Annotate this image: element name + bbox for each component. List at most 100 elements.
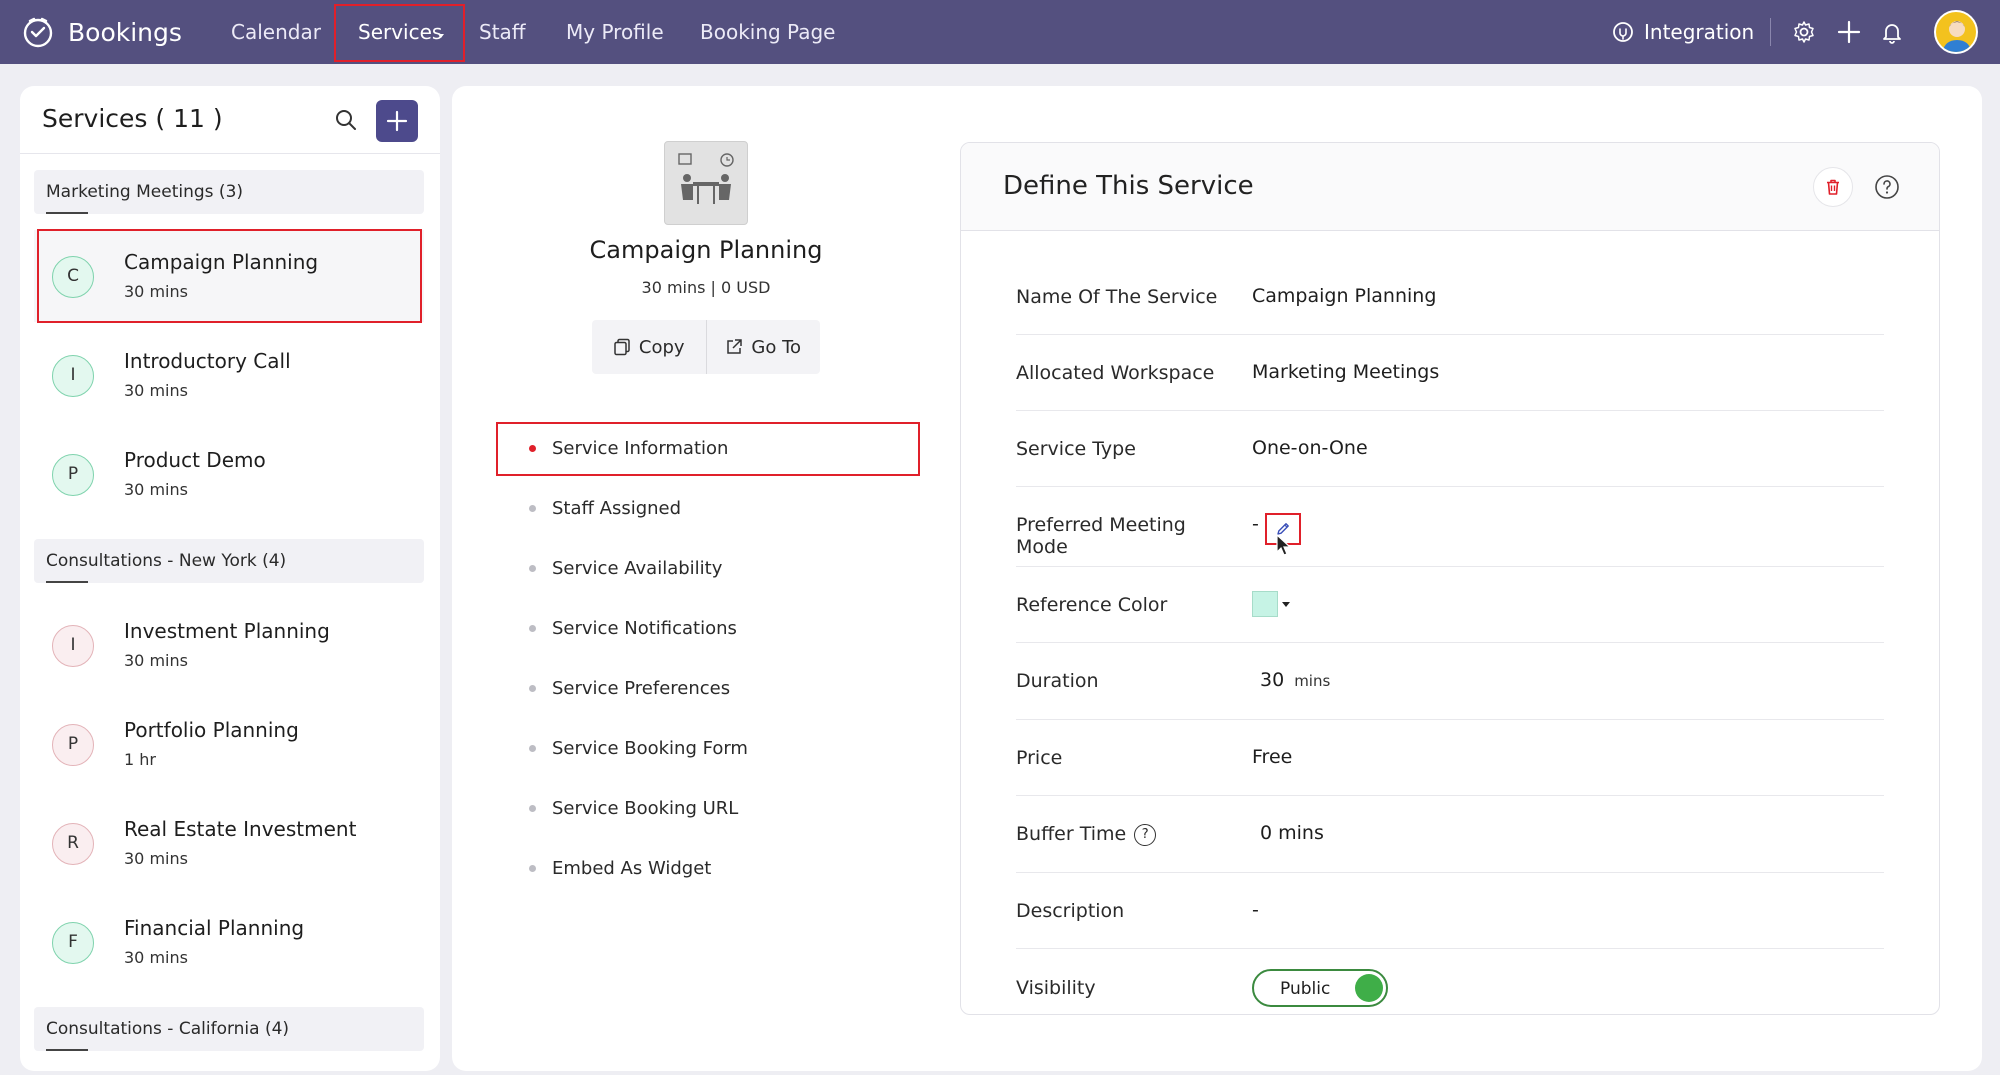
user-avatar[interactable]: [1934, 10, 1978, 54]
group-label: Marketing Meetings (3): [46, 182, 244, 202]
selected-service-highlight: [37, 229, 422, 323]
nav-staff[interactable]: Staff: [479, 0, 526, 64]
menu-dot: [529, 865, 536, 872]
service-item-introductory-call[interactable]: I Introductory Call 30 mins: [34, 329, 424, 421]
duration-number: 30: [1260, 669, 1285, 691]
nav-my-profile[interactable]: My Profile: [566, 0, 664, 64]
row-label: Buffer Time?: [1016, 823, 1157, 846]
service-name: Introductory Call: [124, 349, 291, 373]
integration-label: Integration: [1644, 20, 1755, 44]
help-icon[interactable]: [1871, 171, 1903, 203]
services-highlight: [334, 4, 465, 62]
app-name: Bookings: [68, 17, 182, 47]
menu-embed-as-widget[interactable]: Embed As Widget: [529, 858, 711, 879]
trash-icon: [1827, 179, 1839, 195]
row-label: Service Type: [1016, 438, 1136, 460]
row-label: Price: [1016, 747, 1063, 769]
group-label: Consultations - California (4): [46, 1019, 290, 1039]
service-initial-avatar: I: [52, 625, 94, 667]
row-label: Allocated Workspace: [1016, 362, 1215, 384]
row-preferred-meeting-mode: Preferred Meeting Mode -: [1016, 487, 1884, 567]
service-initial-avatar: P: [52, 724, 94, 766]
menu-label: Service Notifications: [552, 618, 737, 639]
menu-label: Service Preferences: [552, 678, 731, 699]
price-value[interactable]: Free: [1252, 746, 1292, 768]
summary-service-name: Campaign Planning: [589, 236, 823, 264]
service-item-real-estate-investment[interactable]: R Real Estate Investment 30 mins: [34, 797, 424, 889]
toggle-knob: [1355, 974, 1383, 1002]
nav-booking-page[interactable]: Booking Page: [700, 0, 835, 64]
group-header-consultations-new-york[interactable]: Consultations - New York (4): [34, 539, 424, 583]
notifications-bell-icon[interactable]: [1878, 18, 1906, 46]
service-name-value[interactable]: Campaign Planning: [1252, 285, 1436, 307]
integration-button[interactable]: Integration: [1612, 0, 1754, 64]
row-label: Duration: [1016, 670, 1099, 692]
external-link-icon: [727, 339, 743, 354]
service-initial-avatar: F: [52, 922, 94, 964]
row-buffer-time: Buffer Time? 0 mins: [1016, 796, 1884, 873]
service-thumbnail[interactable]: [664, 141, 748, 225]
service-initial-avatar: P: [52, 454, 94, 496]
group-header-consultations-california[interactable]: Consultations - California (4): [34, 1007, 424, 1051]
menu-dot: [529, 565, 536, 572]
menu-dot: [529, 685, 536, 692]
add-service-button[interactable]: [376, 100, 418, 142]
search-icon[interactable]: [332, 106, 360, 134]
color-swatch: [1252, 591, 1278, 617]
menu-dot: [529, 625, 536, 632]
plus-icon: [386, 110, 408, 132]
service-item-product-demo[interactable]: P Product Demo 30 mins: [34, 428, 424, 520]
row-label: Description: [1016, 900, 1125, 922]
service-item-portfolio-planning[interactable]: P Portfolio Planning 1 hr: [34, 698, 424, 790]
row-price: Price Free: [1016, 720, 1884, 796]
service-item-financial-planning[interactable]: F Financial Planning 30 mins: [34, 896, 424, 988]
visibility-toggle[interactable]: Public: [1252, 969, 1388, 1007]
duration-value[interactable]: 30 mins: [1260, 669, 1330, 691]
menu-service-booking-url[interactable]: Service Booking URL: [529, 798, 738, 819]
nav-calendar[interactable]: Calendar: [231, 0, 321, 64]
group-header-marketing-meetings[interactable]: Marketing Meetings (3): [34, 170, 424, 214]
row-label: Reference Color: [1016, 594, 1168, 616]
go-to-button[interactable]: Go To: [705, 320, 821, 374]
service-duration: 30 mins: [124, 651, 188, 670]
row-service-type: Service Type One-on-One: [1016, 411, 1884, 487]
meeting-image-icon: [678, 153, 734, 204]
service-name: Real Estate Investment: [124, 817, 357, 841]
define-service-title: Define This Service: [1003, 171, 1254, 201]
settings-gear-icon[interactable]: [1790, 18, 1818, 46]
menu-service-availability[interactable]: Service Availability: [529, 558, 722, 579]
add-plus-icon[interactable]: [1835, 18, 1863, 46]
menu-service-booking-form[interactable]: Service Booking Form: [529, 738, 748, 759]
service-name: Portfolio Planning: [124, 718, 299, 742]
visibility-value: Public: [1280, 979, 1331, 999]
description-value[interactable]: -: [1252, 899, 1259, 921]
group-underline: [46, 212, 88, 214]
buffer-time-label: Buffer Time: [1016, 823, 1127, 845]
service-duration: 30 mins: [124, 480, 188, 499]
services-panel-title: Services ( 11 ): [42, 104, 223, 133]
workspace-value[interactable]: Marketing Meetings: [1252, 361, 1439, 383]
define-service-header: Define This Service: [961, 143, 1939, 231]
menu-active-highlight: [496, 422, 920, 476]
menu-staff-assigned[interactable]: Staff Assigned: [529, 498, 681, 519]
buffer-help-icon[interactable]: ?: [1134, 823, 1157, 846]
service-item-investment-planning[interactable]: I Investment Planning 30 mins: [34, 599, 424, 691]
brand[interactable]: Bookings: [20, 14, 182, 50]
go-to-label: Go To: [751, 336, 802, 358]
service-type-value[interactable]: One-on-One: [1252, 437, 1368, 459]
row-service-name: Name Of The Service Campaign Planning: [1016, 262, 1884, 335]
row-visibility: Visibility: [1016, 949, 1884, 1015]
copy-button[interactable]: Copy: [592, 320, 706, 374]
row-reference-color: Reference Color: [1016, 567, 1884, 643]
service-duration: 1 hr: [124, 750, 156, 769]
buffer-time-value[interactable]: 0 mins: [1260, 822, 1324, 844]
menu-dot: [529, 805, 536, 812]
delete-service-button[interactable]: [1813, 167, 1853, 207]
service-name: Investment Planning: [124, 619, 330, 643]
menu-service-preferences[interactable]: Service Preferences: [529, 678, 730, 699]
reference-color-picker[interactable]: [1252, 591, 1290, 617]
service-duration: 30 mins: [124, 381, 188, 400]
menu-service-notifications[interactable]: Service Notifications: [529, 618, 737, 639]
services-panel-header: Services ( 11 ): [20, 86, 440, 154]
menu-label: Embed As Widget: [552, 858, 712, 879]
